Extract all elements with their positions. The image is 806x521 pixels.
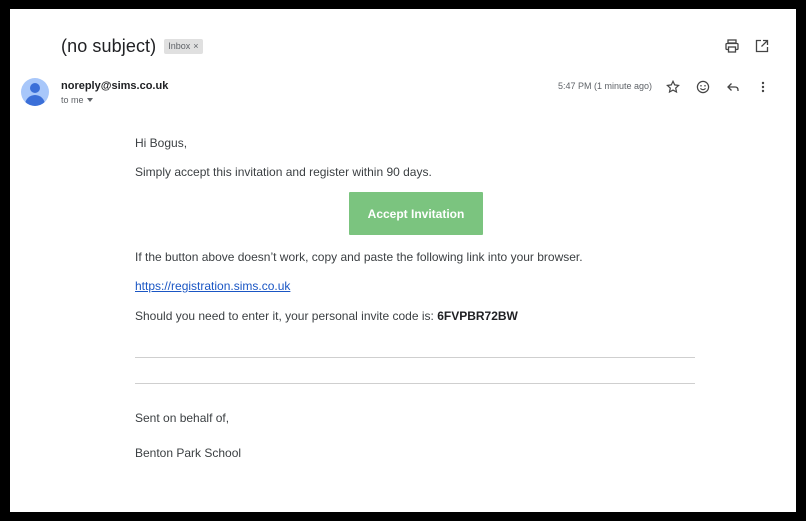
fallback-instructions: If the button above doesn’t work, copy a… xyxy=(135,250,583,264)
print-icon[interactable] xyxy=(724,38,740,54)
sender-address[interactable]: noreply@sims.co.uk xyxy=(61,80,168,92)
more-vert-icon[interactable] xyxy=(755,79,771,95)
invite-code-label: Should you need to enter it, your person… xyxy=(135,309,438,323)
email-subject: (no subject) xyxy=(61,36,157,56)
email-window: (no subject) Inbox × noreply@sims.co.uk … xyxy=(10,9,796,512)
intro-text: Simply accept this invitation and regist… xyxy=(135,165,432,179)
avatar-body xyxy=(25,95,45,106)
message-actions xyxy=(665,79,771,95)
registration-link[interactable]: https://registration.sims.co.uk xyxy=(135,279,290,293)
emoji-icon[interactable] xyxy=(695,79,711,95)
chevron-down-icon[interactable] xyxy=(86,98,93,102)
school-name: Benton Park School xyxy=(135,446,242,460)
inbox-label-text: Inbox xyxy=(168,41,191,51)
invite-code-line: Should you need to enter it, your person… xyxy=(135,309,518,323)
star-icon[interactable] xyxy=(665,79,681,95)
reply-icon[interactable] xyxy=(725,79,741,95)
sender-avatar[interactable] xyxy=(21,78,49,106)
accept-invitation-button[interactable]: Accept Invitation xyxy=(349,192,483,235)
email-timestamp: 5:47 PM (1 minute ago) xyxy=(558,81,653,91)
recipient-details[interactable]: to me xyxy=(61,95,93,105)
open-in-new-icon[interactable] xyxy=(754,38,770,54)
remove-label-icon[interactable]: × xyxy=(193,41,198,52)
invite-code: 6FVPBR72BW xyxy=(437,309,518,323)
top-actions xyxy=(724,38,770,54)
sent-on-behalf: Sent on behalf of, xyxy=(135,411,230,425)
avatar-head xyxy=(30,83,40,93)
inbox-label-chip[interactable]: Inbox × xyxy=(164,39,203,54)
greeting: Hi Bogus, xyxy=(135,136,188,150)
recipient-text: to me xyxy=(61,95,84,105)
divider-1 xyxy=(135,357,695,358)
divider-2 xyxy=(135,383,695,384)
subject-row: (no subject) Inbox × xyxy=(61,36,203,57)
